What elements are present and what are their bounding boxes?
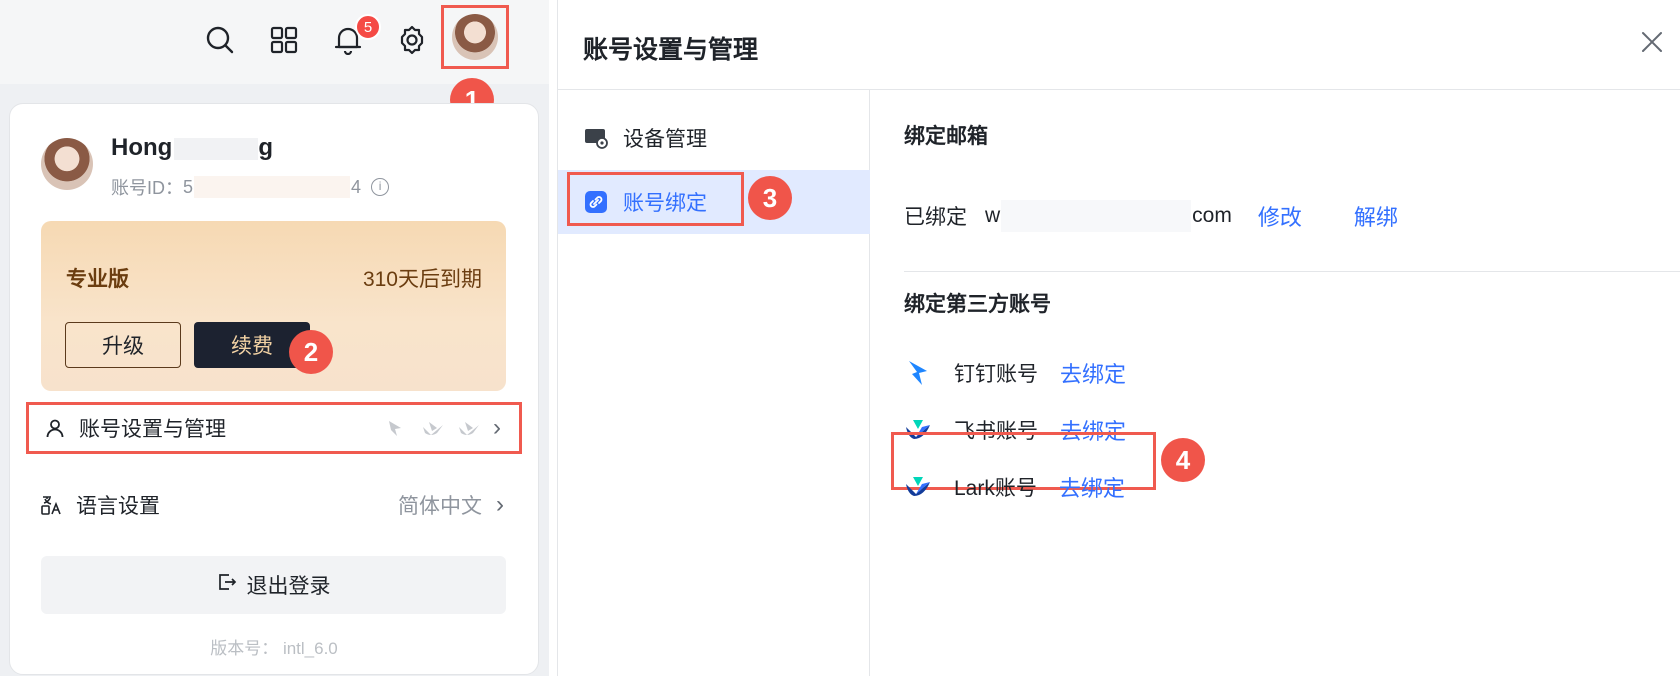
email-binding-row: 已绑定 w com 修改 解绑 [904,200,1398,232]
translate-icon [40,494,64,516]
info-icon[interactable]: i [371,178,390,196]
avatar [452,14,498,60]
version-text: 版本号： intl_6.0 [210,639,338,658]
dingtalk-label: 钉钉账号 [954,363,1038,386]
email-head: w [985,204,1001,227]
user-id-tail: 4 [351,176,362,197]
user-name-tail: g [258,134,273,161]
top-toolbar: 5 [0,0,549,84]
chevron-right-icon: › [496,491,504,518]
dingtalk-bind-link[interactable]: 去绑定 [1060,357,1126,389]
search-icon[interactable] [200,20,240,60]
email-status: 已绑定 [904,206,967,229]
highlight-box [567,172,744,226]
plan-name: 专业版 [66,268,129,291]
account-settings-label: 账号设置与管理 [79,418,226,441]
redacted-mask [174,137,259,160]
user-id-head: 5 [183,176,194,197]
plan-expiry: 310天后到期 [362,268,482,291]
lark-binding-row: Lark账号 去绑定 [904,465,1125,509]
device-gear-icon [583,125,609,151]
apps-grid-icon[interactable] [264,20,304,60]
email-section-title: 绑定邮箱 [904,125,988,148]
language-settings-menu-item[interactable]: 语言设置 简体中文 › [26,479,522,531]
dialog-sidebar: 设备管理 账号绑定 3 [558,90,870,676]
notification-badge: 5 [355,14,381,40]
lark-icon [904,473,932,501]
user-avatar [41,138,93,190]
account-binding-content: 绑定邮箱 已绑定 w com 修改 解绑 绑定第三方账号 钉钉账号 去绑定 飞书账… [871,90,1680,676]
language-label: 语言设置 [76,495,160,518]
gear-icon[interactable] [392,20,432,60]
dingtalk-binding-row: 钉钉账号 去绑定 [904,351,1126,395]
user-name: Hong g [111,134,273,162]
language-value: 简体中文 [398,495,482,518]
third-party-logos: › [385,414,501,442]
logout-button[interactable]: 退出登录 [41,556,506,614]
user-name-head: Hong [111,134,173,161]
user-id-label: 账号ID： [111,178,183,198]
language-value-group: 简体中文 › [398,490,504,520]
membership-card: 专业版 310天后到期 升级 续费 [41,221,506,391]
user-panel-area: 5 1 Hong g 账号ID： 5 4 i 专业版 310天后到期 升级 续费 账号… [0,0,549,676]
chevron-right-icon: › [493,414,501,441]
feishu-icon [421,419,443,437]
lark-icon [457,419,479,437]
logout-icon [217,572,237,598]
dingtalk-icon [385,419,407,437]
avatar-button[interactable] [441,5,509,69]
nav-device-label: 设备管理 [623,128,707,151]
upgrade-button[interactable]: 升级 [65,322,181,368]
callout-3: 3 [748,176,792,220]
close-icon[interactable] [1636,26,1668,58]
redacted-mask [194,176,351,198]
modify-email-link[interactable]: 修改 [1258,200,1302,232]
section-divider [904,271,1680,272]
redacted-mask [1001,200,1192,232]
user-id: 账号ID： 5 4 i [111,174,390,200]
person-icon [43,418,67,438]
lark-bind-link[interactable]: 去绑定 [1059,471,1125,503]
logout-label: 退出登录 [246,575,331,598]
callout-4: 4 [1161,438,1205,482]
account-settings-dialog: 账号设置与管理 设备管理 账号绑定 3 绑定邮箱 已绑定 w com 修改 解绑 [557,0,1680,676]
user-popover-card: Hong g 账号ID： 5 4 i 专业版 310天后到期 升级 续费 账号设置与管… [9,103,539,675]
unbind-email-link[interactable]: 解绑 [1354,200,1398,232]
lark-label: Lark账号 [954,477,1037,500]
third-party-section-title: 绑定第三方账号 [904,293,1051,316]
email-tail: com [1192,204,1232,227]
dialog-title: 账号设置与管理 [583,36,759,64]
nav-item-device-management[interactable]: 设备管理 [558,106,870,170]
dingtalk-icon [904,359,932,387]
account-settings-menu-item[interactable]: 账号设置与管理 › [26,402,522,454]
callout-2: 2 [289,330,333,374]
